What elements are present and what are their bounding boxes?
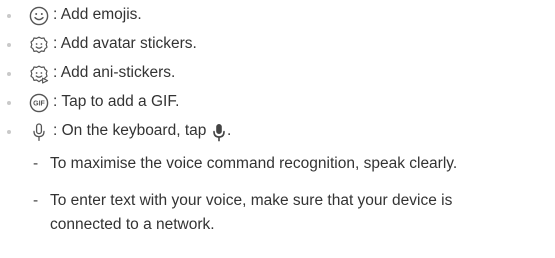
bullet: [7, 130, 11, 134]
note-item: - To enter text with your voice, make su…: [0, 189, 555, 237]
microphone-filled-icon: [212, 122, 226, 142]
item-text: : On the keyboard, tap: [53, 122, 207, 139]
bullet: [7, 72, 11, 76]
svg-text:GIF: GIF: [33, 101, 45, 108]
gif-icon: GIF: [29, 93, 49, 113]
smiley-face-icon: [29, 6, 49, 26]
note-text-continued: connected to a network.: [50, 216, 215, 233]
dash: -: [33, 192, 39, 209]
dash: -: [33, 155, 39, 172]
bullet: [7, 43, 11, 47]
item-text: : Add ani-stickers.: [53, 64, 176, 81]
avatar-sticker-icon: [29, 35, 49, 55]
item-text-end: .: [227, 122, 232, 139]
ani-sticker-icon: [29, 64, 49, 84]
bullet: [7, 14, 11, 18]
note-text: To enter text with your voice, make sure…: [50, 192, 453, 209]
microphone-icon: [29, 122, 49, 142]
item-text: : Add avatar stickers.: [53, 35, 197, 52]
item-text: : Add emojis.: [53, 6, 142, 23]
document-body: : Add emojis. : Add avatar stickers.: A…: [0, 0, 555, 258]
item-text: : Tap to add a GIF.: [53, 93, 180, 110]
note-text: To maximise the voice command recognitio…: [50, 155, 458, 172]
note-item: - To maximise the voice command recognit…: [0, 152, 555, 176]
bullet: [7, 101, 11, 105]
